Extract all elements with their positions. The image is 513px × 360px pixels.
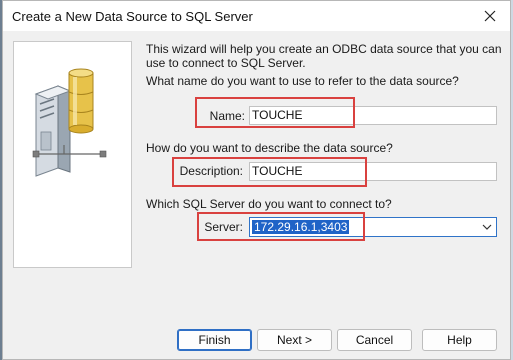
description-input[interactable]: TOUCHE [249, 162, 497, 181]
create-data-source-dialog: Create a New Data Source to SQL Server T… [2, 0, 511, 360]
close-icon [484, 10, 496, 22]
server-label: Server: [204, 220, 243, 234]
close-button[interactable] [470, 1, 510, 31]
name-question: What name do you want to use to refer to… [146, 74, 459, 88]
server-value: 172.29.16.1,3403 [252, 220, 350, 234]
next-button[interactable]: Next > [257, 329, 332, 351]
name-label: Name: [209, 109, 245, 123]
name-input[interactable]: TOUCHE [249, 106, 497, 125]
help-button[interactable]: Help [422, 329, 497, 351]
wizard-graphic-panel [13, 41, 132, 268]
server-question: Which SQL Server do you want to connect … [146, 197, 392, 211]
description-question: How do you want to describe the data sou… [146, 141, 393, 155]
server-combobox[interactable]: 172.29.16.1,3403 [249, 217, 497, 237]
chevron-down-icon[interactable] [481, 222, 493, 232]
description-label: Description: [179, 164, 243, 178]
window-title: Create a New Data Source to SQL Server [12, 9, 253, 24]
cancel-button[interactable]: Cancel [337, 329, 412, 351]
title-bar: Create a New Data Source to SQL Server [3, 1, 510, 31]
finish-button[interactable]: Finish [177, 329, 252, 351]
intro-text: This wizard will help you create an ODBC… [146, 42, 502, 70]
database-server-icon [32, 68, 107, 177]
